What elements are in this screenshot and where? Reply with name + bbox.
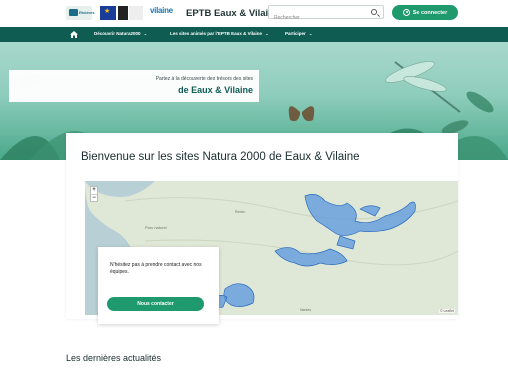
contact-button[interactable]: Nous contacter	[107, 297, 204, 311]
rivieres-logo-text: Rivières	[79, 10, 95, 15]
login-button[interactable]: Se connecter	[392, 5, 458, 20]
nav-item-decouvrir[interactable]: Découvrir Natura2000 ⌄	[94, 31, 147, 37]
site-title[interactable]: EPTB Eaux & Vilaine	[186, 8, 279, 19]
login-button-label: Se connecter	[412, 9, 448, 16]
hero-intro-card: Partez à la découverte des trésors des s…	[9, 70, 259, 102]
chevron-down-icon: ⌄	[143, 31, 148, 36]
page-title: Bienvenue sur les sites Natura 2000 de E…	[81, 151, 360, 163]
zoom-in-button[interactable]: +	[91, 187, 97, 194]
eu-flag-logo	[100, 6, 116, 20]
hero-subtitle: Partez à la découverte des trésors des s…	[155, 76, 253, 82]
rivieres-logo[interactable]: Rivières	[66, 6, 95, 20]
zoom-control: + −	[90, 186, 98, 202]
chevron-down-icon: ⌄	[265, 31, 269, 36]
main-nav: Découvrir Natura2000 ⌄ Les sites animés p…	[0, 27, 508, 42]
partner-logo	[118, 6, 128, 20]
partner-logo-2	[129, 6, 143, 20]
search-icon[interactable]	[371, 9, 377, 15]
page: Rivières vilaine EPTB Eaux & Vilaine Se …	[0, 0, 508, 369]
svg-text:Parc naturel: Parc naturel	[145, 225, 167, 230]
hero-title: de Eaux & Vilaine	[178, 85, 253, 95]
svg-text:Nantes: Nantes	[300, 308, 311, 312]
news-section-title: Les dernières actualités	[66, 353, 162, 363]
nav-item-label: Participer	[285, 31, 306, 36]
nav-item-participer[interactable]: Participer ⌄	[285, 31, 313, 37]
search-box	[268, 5, 384, 24]
contact-text: N'hésitez pas à prendre contact avec nos…	[110, 262, 202, 275]
site-header: Rivières vilaine EPTB Eaux & Vilaine Se …	[0, 0, 508, 27]
search-input[interactable]	[269, 12, 365, 24]
svg-text:Redon: Redon	[235, 210, 245, 214]
nav-item-label: Les sites animés par l'EPTB Eaux & Vilai…	[170, 31, 263, 36]
map-attribution[interactable]: © Leaflet	[438, 309, 455, 313]
nav-item-sites[interactable]: Les sites animés par l'EPTB Eaux & Vilai…	[170, 31, 269, 37]
zoom-out-button[interactable]: −	[91, 194, 97, 201]
home-icon[interactable]	[70, 31, 78, 38]
user-icon	[402, 9, 410, 16]
chevron-down-icon: ⌄	[308, 31, 313, 36]
nav-item-label: Découvrir Natura2000	[94, 31, 141, 36]
contact-card: N'hésitez pas à prendre contact avec nos…	[98, 247, 219, 324]
vilaine-logo[interactable]: vilaine	[150, 6, 173, 15]
